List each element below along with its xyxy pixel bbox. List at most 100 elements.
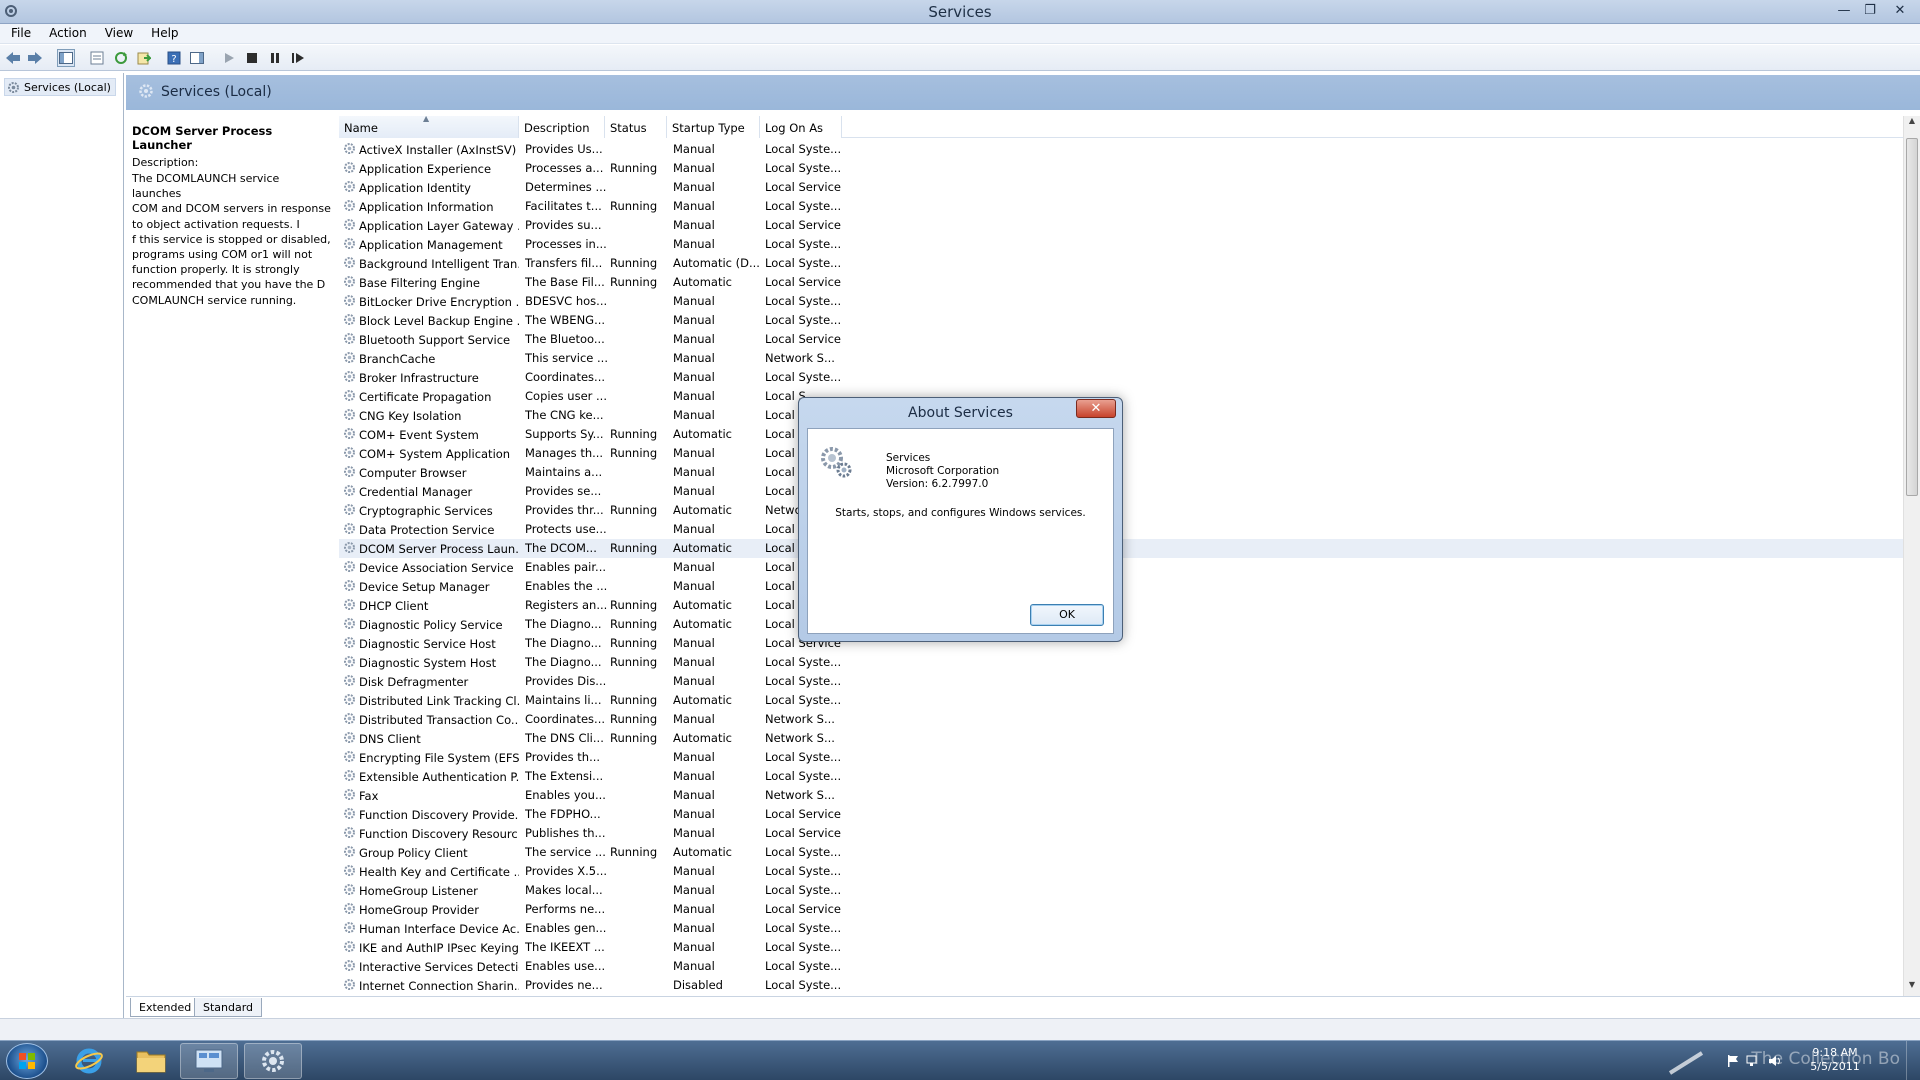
table-row[interactable]: HomeGroup Provider Performs ne... Manual Lo… (339, 900, 1903, 919)
scroll-up-icon[interactable]: ▲ (1904, 116, 1920, 132)
ok-button[interactable]: OK (1030, 604, 1104, 626)
service-gear-icon (343, 522, 356, 538)
table-row[interactable]: Application Identity Determines ... Manual… (339, 178, 1903, 197)
control-panel-button[interactable] (180, 1043, 238, 1079)
services-taskbar-button[interactable] (244, 1043, 302, 1079)
service-name: Device Association Service (359, 561, 514, 575)
export-list-icon[interactable] (135, 49, 153, 67)
table-row[interactable]: Broker Infrastructure Coordinates... Manua… (339, 368, 1903, 387)
minimize-button[interactable]: — (1830, 2, 1858, 20)
show-desktop-button[interactable] (1906, 1041, 1920, 1080)
service-gear-icon (343, 541, 356, 557)
column-header-startup-type[interactable]: Startup Type (667, 116, 760, 138)
table-row[interactable]: Application Management Processes in... Man… (339, 235, 1903, 254)
show-hide-tree-icon[interactable] (57, 49, 75, 67)
network-tray-icon[interactable] (1668, 1047, 1704, 1077)
service-name-cell: Diagnostic System Host (343, 655, 519, 671)
file-explorer-button[interactable] (122, 1043, 180, 1079)
table-row[interactable]: Health Key and Certificate ... Provides X… (339, 862, 1903, 881)
column-header-name[interactable]: Name ▲ (339, 116, 519, 138)
menu-view[interactable]: View (96, 24, 142, 40)
show-hide-action-pane-icon[interactable] (188, 49, 206, 67)
tab-standard[interactable]: Standard (194, 998, 263, 1017)
table-row[interactable]: HomeGroup Listener Makes local... Manual Lo… (339, 881, 1903, 900)
taskbar-clock[interactable]: 9:18 AM 5/5/2011 (1800, 1046, 1870, 1074)
service-name: COM+ Event System (359, 428, 479, 442)
table-row[interactable]: Base Filtering Engine The Base Fil... Runn… (339, 273, 1903, 292)
service-startup-type: Automatic (673, 693, 732, 707)
table-row[interactable]: Fax Enables you... Manual Network S... (339, 786, 1903, 805)
table-row[interactable]: DNS Client The DNS Cli... Running Automatic… (339, 729, 1903, 748)
service-description: The FDPHO... (525, 807, 601, 821)
table-row[interactable]: BitLocker Drive Encryption ... BDESVC hos… (339, 292, 1903, 311)
menu-file[interactable]: File (0, 24, 40, 40)
table-row[interactable]: Application Experience Processes a... Runn… (339, 159, 1903, 178)
refresh-icon[interactable] (112, 49, 130, 67)
scroll-thumb[interactable] (1906, 138, 1918, 496)
table-row[interactable]: Bluetooth Support Service The Bluetoo... M… (339, 330, 1903, 349)
table-row[interactable]: IKE and AuthIP IPsec Keying... The IKEEXT… (339, 938, 1903, 957)
help-icon[interactable]: ? (165, 49, 183, 67)
table-row[interactable]: Internet Connection Sharin... Provides ne… (339, 976, 1903, 995)
service-name: BranchCache (359, 352, 436, 366)
start-button[interactable] (6, 1043, 48, 1079)
table-row[interactable]: Function Discovery Resourc... Publishes t… (339, 824, 1903, 843)
windows-logo-icon (19, 1053, 35, 1069)
service-description: Processes in... (525, 237, 607, 251)
table-row[interactable]: Disk Defragmenter Provides Dis... Manual Lo… (339, 672, 1903, 691)
table-row[interactable]: Interactive Services Detection Enables us… (339, 957, 1903, 976)
table-row[interactable]: Background Intelligent Tran... Transfers … (339, 254, 1903, 273)
back-icon[interactable] (4, 49, 22, 67)
control-panel-icon (195, 1049, 223, 1072)
tree-item-services-local[interactable]: Services (Local) (4, 78, 116, 96)
service-gear-icon (343, 256, 356, 272)
menu-action[interactable]: Action (40, 24, 96, 40)
service-log-on-as: Local Syste... (765, 693, 842, 707)
service-name: Computer Browser (359, 466, 467, 480)
table-row[interactable]: Extensible Authentication P... The Extens… (339, 767, 1903, 786)
maximize-button[interactable]: ❐ (1856, 2, 1884, 20)
table-row[interactable]: Group Policy Client The service ... Runnin… (339, 843, 1903, 862)
service-startup-type: Manual (673, 389, 715, 403)
service-name-cell: ActiveX Installer (AxInstSV) (343, 142, 519, 158)
column-header-description[interactable]: Description (519, 116, 605, 138)
properties-icon[interactable] (88, 49, 106, 67)
service-name: HomeGroup Listener (359, 884, 478, 898)
table-row[interactable]: Function Discovery Provide... The FDPHO..… (339, 805, 1903, 824)
pause-service-icon[interactable] (266, 49, 284, 67)
start-service-icon[interactable] (220, 49, 238, 67)
dialog-close-button[interactable]: ✕ (1076, 399, 1116, 418)
restart-service-icon[interactable] (289, 49, 307, 67)
column-header-status[interactable]: Status (605, 116, 667, 138)
stop-service-icon[interactable] (243, 49, 261, 67)
service-log-on-as: Local Service (765, 218, 841, 232)
vertical-scrollbar[interactable]: ▲ ▼ (1903, 116, 1920, 996)
service-log-on-as: Local Syste... (765, 750, 842, 764)
table-row[interactable]: Block Level Backup Engine ... The WBENG..… (339, 311, 1903, 330)
table-row[interactable]: Diagnostic System Host The Diagno... Runni… (339, 653, 1903, 672)
table-row[interactable]: Encrypting File System (EFS) Provides th.… (339, 748, 1903, 767)
table-row[interactable]: Application Layer Gateway ... Provides su… (339, 216, 1903, 235)
table-row[interactable]: Human Interface Device Ac... Enables gen.… (339, 919, 1903, 938)
table-row[interactable]: ActiveX Installer (AxInstSV) Provides Us.… (339, 140, 1903, 159)
close-button[interactable]: ✕ (1886, 2, 1914, 20)
tab-extended[interactable]: Extended (130, 998, 201, 1017)
scroll-down-icon[interactable]: ▼ (1904, 980, 1920, 996)
forward-icon[interactable] (26, 49, 44, 67)
table-row[interactable]: BranchCache This service ... Manual Network… (339, 349, 1903, 368)
volume-icon[interactable] (1768, 1054, 1782, 1068)
service-gear-icon (343, 370, 356, 386)
action-center-flag-icon[interactable] (1726, 1054, 1740, 1068)
table-row[interactable]: Distributed Transaction Co... Coordinates… (339, 710, 1903, 729)
service-name-cell: HomeGroup Provider (343, 902, 519, 918)
menu-help[interactable]: Help (142, 24, 187, 40)
service-startup-type: Automatic (D... (673, 256, 760, 270)
table-row[interactable]: Distributed Link Tracking Cl... Maintains… (339, 691, 1903, 710)
internet-explorer-button[interactable] (60, 1043, 118, 1079)
service-name-cell: Internet Connection Sharin... (343, 978, 519, 994)
network-icon[interactable] (1746, 1054, 1760, 1068)
table-row[interactable]: Application Information Facilitates t... R… (339, 197, 1903, 216)
service-description: Transfers fil... (525, 256, 603, 270)
service-startup-type: Automatic (673, 617, 732, 631)
column-header-log-on-as[interactable]: Log On As (760, 116, 842, 138)
